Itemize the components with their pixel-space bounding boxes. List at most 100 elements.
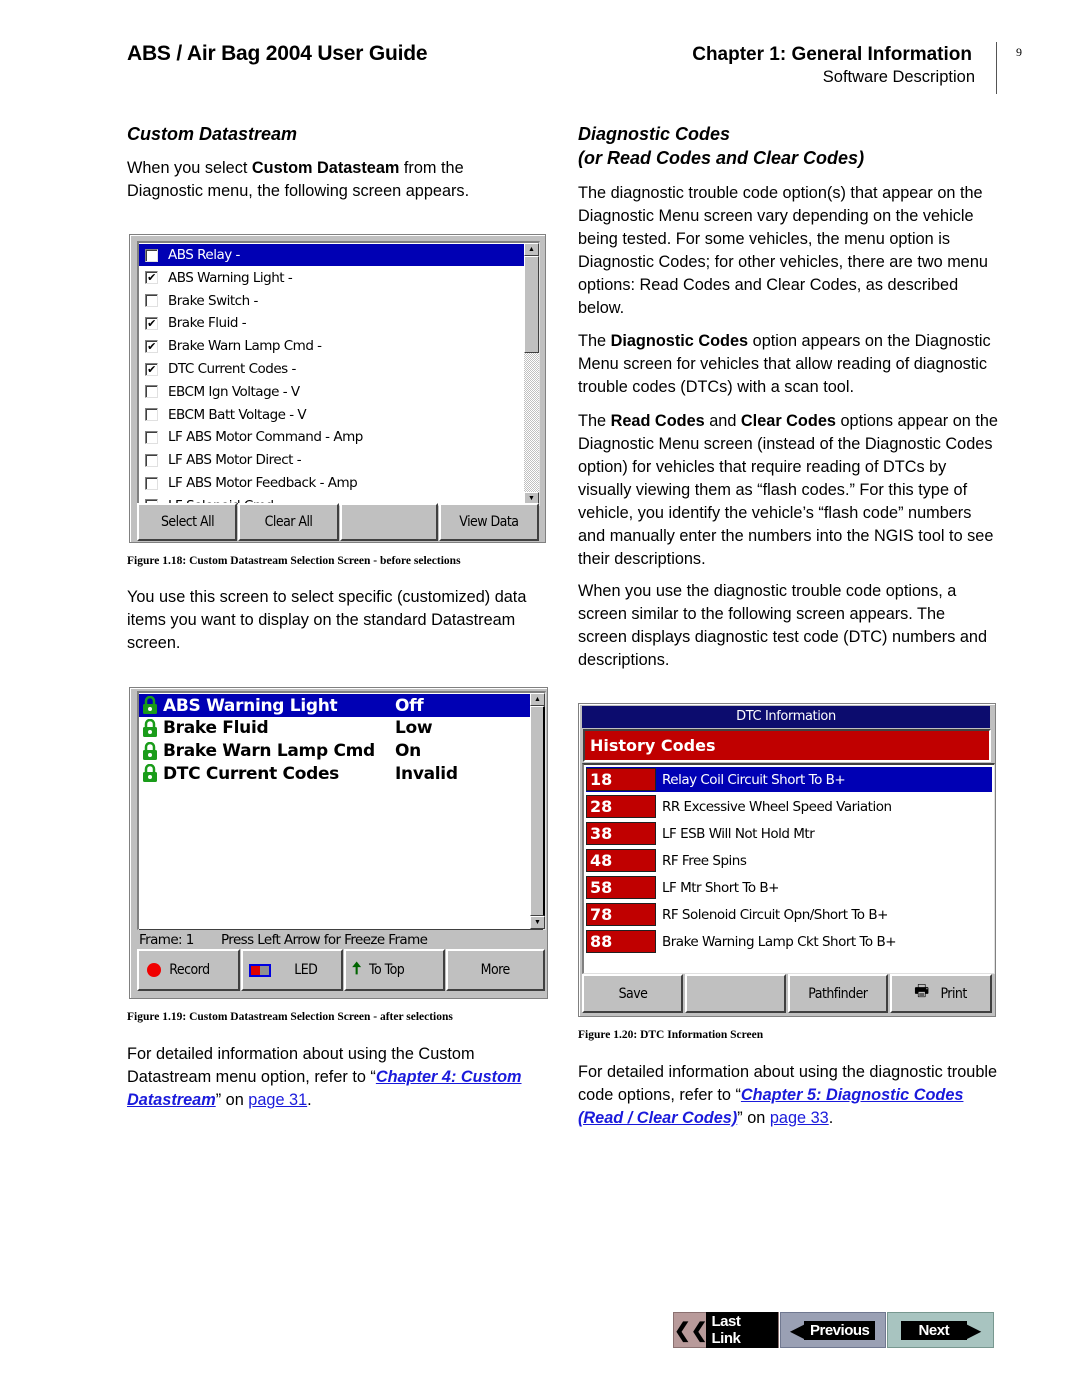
blank-button[interactable] [340,503,438,541]
view-data-button[interactable]: View Data [439,503,539,541]
datastream-item-row[interactable]: ✔ Brake Warn Lamp Cmd - [139,335,529,357]
dtc-row[interactable]: 38 LF ESB Will Not Hold Mtr [586,821,992,846]
dtc-window-title: DTC Information [582,706,990,728]
rc-text-mid: and [704,412,741,430]
previous-button[interactable]: ◀ Previous [780,1312,886,1348]
record-button[interactable]: Record [137,949,240,991]
dtc-row[interactable]: 78 RF Solenoid Circuit Opn/Short To B+ [586,902,992,927]
datastream-item-row[interactable]: LF ABS Motor Feedback - Amp [139,472,529,494]
more-button[interactable]: More [446,949,545,991]
checkbox-checked-icon[interactable]: ✔ [145,271,158,285]
scroll-up-arrow-icon[interactable]: ▲ [530,693,545,706]
print-label: Print [940,985,967,1002]
page-33-link[interactable]: page 33 [770,1109,829,1127]
scroll-up-arrow-icon[interactable]: ▲ [524,243,539,256]
datastream-item-row[interactable]: Brake Switch - [139,290,529,312]
datastream-item-label: LF ABS Motor Direct - [168,452,302,469]
checkbox-unchecked-icon[interactable] [145,385,158,399]
datastream-value-row[interactable]: ABS Warning Light Off [139,694,531,717]
desc-text: The [578,332,611,350]
datastream-item-label: Brake Fluid - [168,315,247,332]
datastream-value-row[interactable]: Brake Warn Lamp Cmd On [139,740,531,763]
dtc-code-list[interactable]: 18 Relay Coil Circuit Short To B+ 28 RR Exc… [582,763,995,974]
datastream-item-list[interactable]: ABS Relay - ✔ ABS Warning Light - Brake Swi… [137,241,540,506]
checkbox-unchecked-icon[interactable] [145,476,158,490]
pathfinder-label: Pathfinder [808,985,868,1002]
next-button[interactable]: Next ▶ [887,1312,994,1348]
rc-text-end: options appear on the Diagnostic Menu sc… [578,412,998,568]
heading-line-2: (or Read Codes and Clear Codes) [578,148,865,168]
checkbox-unchecked-icon[interactable] [145,408,158,422]
parameter-name: Brake Fluid [163,718,269,739]
datastream-item-row[interactable]: ABS Relay - [139,244,529,266]
dtc-code-badge: 28 [586,795,656,818]
scroll-thumb[interactable] [530,706,545,916]
dtc-row[interactable]: 28 RR Excessive Wheel Speed Variation [586,794,992,819]
datastream-item-row[interactable]: LF ABS Motor Command - Amp [139,426,529,448]
lock-icon [142,695,158,715]
select-all-button[interactable]: Select All [137,503,237,541]
datastream-item-label: EBCM Batt Voltage - V [168,406,307,423]
clear-all-button[interactable]: Clear All [238,503,339,541]
datastream-value-row[interactable]: Brake Fluid Low [139,717,531,740]
intro-bold-term: Custom Datasteam [251,159,400,177]
checkbox-unchecked-icon[interactable] [145,248,158,262]
figure-1-20-caption: Figure 1.20: DTC Information Screen [578,1029,764,1041]
list-scrollbar[interactable]: ▲ ▼ [524,243,539,505]
datastream-item-row[interactable]: EBCM Ign Voltage - V [139,381,529,403]
page-31-link[interactable]: page 31 [248,1091,307,1109]
save-button[interactable]: Save [582,974,683,1013]
dtc-row[interactable]: 88 Brake Warning Lamp Ckt Short To B+ [586,929,992,954]
led-label: LED [294,962,318,978]
datastream-item-label: ABS Relay - [168,247,240,263]
dtc-code-badge: 18 [586,768,656,791]
dtc-description: Brake Warning Lamp Ckt Short To B+ [662,933,897,950]
dtc-row[interactable]: 58 LF Mtr Short To B+ [586,875,992,900]
datastream-item-row[interactable]: ✔ ABS Warning Light - [139,267,529,289]
intro-text: When you select [127,159,252,177]
right-arrow-icon: ▶ [965,1319,981,1342]
datastream-item-row[interactable]: LF ABS Motor Direct - [139,449,529,471]
blank-dtc-button[interactable] [685,974,786,1013]
pathfinder-button[interactable]: Pathfinder [788,974,888,1013]
next-label: Next [900,1320,968,1340]
page-number: 9 [1016,45,1022,59]
custom-datastream-reference: For detailed information about using the… [127,1043,552,1112]
view-data-label: View Data [459,514,519,530]
custom-datastream-description: You use this screen to select specific (… [127,588,527,652]
dtc-row[interactable]: 48 RF Free Spins [586,848,992,873]
scroll-thumb[interactable] [524,256,539,353]
scroll-down-arrow-icon[interactable]: ▼ [530,916,545,929]
dtc-code-badge: 48 [586,849,656,872]
checkbox-checked-icon[interactable]: ✔ [145,362,158,376]
more-label: More [480,962,511,978]
led-button[interactable]: LED [241,949,343,991]
document-title: ABS / Air Bag 2004 User Guide [127,42,428,65]
printer-icon: 🖶 [914,981,929,1000]
datastream-value-list[interactable]: ABS Warning Light Off Brake Fluid Low Brake … [137,691,546,930]
datastream-value-row[interactable]: DTC Current Codes Invalid [139,762,531,785]
diagnostic-codes-description: The Diagnostic Codes option appears on t… [578,330,993,399]
checkbox-checked-icon[interactable]: ✔ [145,339,158,353]
checkbox-unchecked-icon[interactable] [145,430,158,444]
dtc-code-badge: 58 [586,876,656,899]
parameter-value: Invalid [395,763,458,784]
checkbox-unchecked-icon[interactable] [145,453,158,467]
checkbox-unchecked-icon[interactable] [145,294,158,308]
parameter-value: Low [395,718,433,739]
parameter-name: ABS Warning Light [163,695,338,716]
print-button[interactable]: 🖶 Print [890,974,992,1013]
datastream-item-label: Brake Warn Lamp Cmd - [168,338,322,355]
datastream-item-row[interactable]: ✔ Brake Fluid - [139,312,529,334]
datastream-item-label: Brake Switch - [168,292,258,309]
frame-label: Frame: 1 [139,931,194,948]
to-top-button[interactable]: 🠅 To Top [344,949,445,991]
datastream-item-row[interactable]: EBCM Batt Voltage - V [139,404,529,426]
status-bar: Frame: 1 Press Left Arrow for Freeze Fra… [139,929,543,949]
checkbox-checked-icon[interactable]: ✔ [145,316,158,330]
value-list-scrollbar[interactable]: ▲ ▼ [530,693,545,929]
dtc-row[interactable]: 18 Relay Coil Circuit Short To B+ [586,767,992,792]
last-link-button[interactable]: ❮❮ Last Link [673,1312,779,1348]
datastream-item-row[interactable]: ✔ DTC Current Codes - [139,358,529,380]
history-codes-header: History Codes [583,729,991,762]
